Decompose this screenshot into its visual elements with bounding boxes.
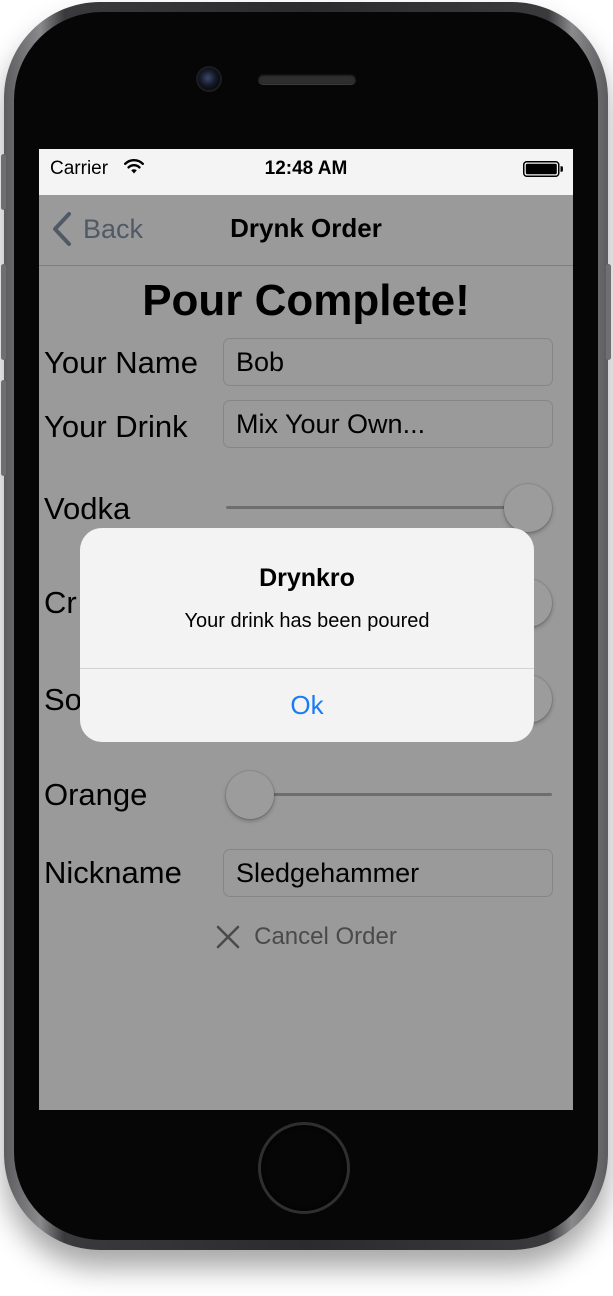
ok-button[interactable]: Ok [80,669,534,742]
drink-label: Your Drink [44,409,188,444]
nickname-field[interactable] [223,849,553,897]
name-field[interactable] [223,338,553,386]
nickname-label: Nickname [44,855,182,890]
slider-thumb[interactable] [226,771,274,819]
vodka-label: Vodka [44,491,131,526]
navigation-bar: Back Drynk Order [39,195,573,266]
alert-title: Drynkro [259,564,355,592]
close-icon [216,925,240,949]
app-screen: Carrier 12:48 AM Back Drynk Order Pour C… [39,149,573,1110]
cancel-order-label: Cancel Order [254,923,397,950]
volume-up-button [1,264,6,360]
vodka-slider[interactable] [226,482,552,534]
cranberry-label: Cr [44,585,77,620]
power-button [606,264,611,360]
volume-down-button [1,380,6,476]
soda-label: So [44,682,82,717]
orange-label: Orange [44,777,148,812]
home-button[interactable] [258,1122,350,1214]
alert-message: Your drink has been poured [184,610,430,632]
slider-thumb[interactable] [504,484,552,532]
slider-track [226,793,552,796]
orange-slider[interactable] [226,769,552,821]
status-time: 12:48 AM [264,158,348,179]
name-label: Your Name [44,345,198,380]
page-title: Pour Complete! [142,276,470,325]
alert-dialog: Drynkro Your drink has been poured Ok [80,528,534,742]
mute-switch [1,154,6,210]
cancel-order-button[interactable]: Cancel Order [39,923,573,951]
battery-icon [523,161,563,177]
nav-title: Drynk Order [230,213,382,243]
status-bar: Carrier 12:48 AM [39,149,573,195]
earpiece-speaker [258,74,356,84]
drink-field[interactable] [223,400,553,448]
front-camera-icon [198,68,220,90]
